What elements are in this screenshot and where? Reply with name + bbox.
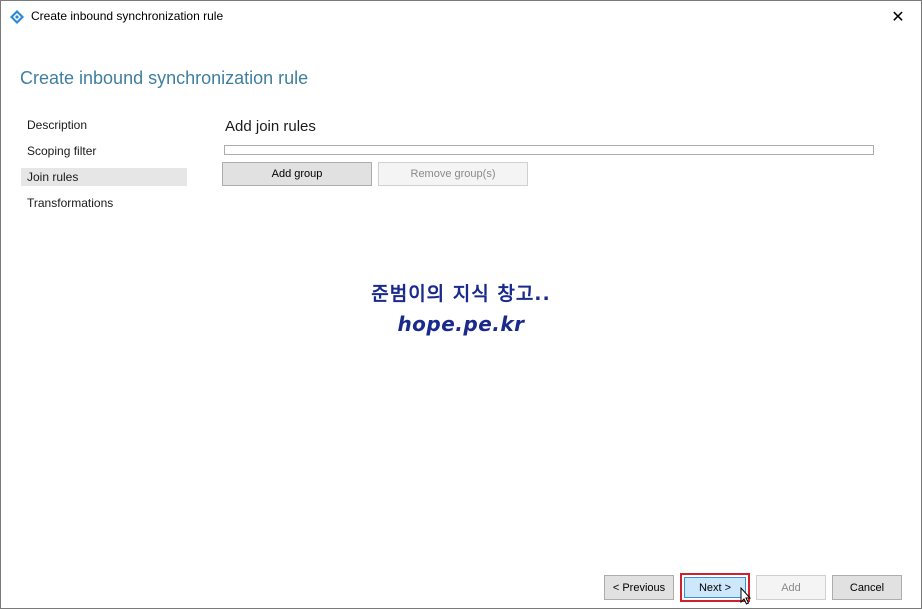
remove-group-button: Remove group(s) (378, 162, 528, 186)
dialog-window: Create inbound synchronization rule ✕ Cr… (0, 0, 922, 609)
nav-item-scoping-filter[interactable]: Scoping filter (21, 142, 187, 160)
nav-item-transformations[interactable]: Transformations (21, 194, 187, 212)
close-icon: ✕ (891, 8, 905, 26)
nav-item-join-rules[interactable]: Join rules (21, 168, 187, 186)
wizard-nav: Description Scoping filter Join rules Tr… (21, 116, 187, 220)
watermark-line2: hope.pe.kr (397, 312, 525, 336)
mouse-pointer-icon (740, 586, 752, 605)
next-button[interactable]: Next > (684, 577, 746, 598)
nav-item-description[interactable]: Description (21, 116, 187, 134)
close-button[interactable]: ✕ (875, 1, 921, 32)
page-title: Create inbound synchronization rule (20, 68, 309, 88)
section-title: Add join rules (225, 118, 316, 135)
watermark-line1: 준범이의 지식 창고.. (371, 283, 551, 305)
window-title: Create inbound synchronization rule (31, 9, 224, 23)
add-group-button[interactable]: Add group (222, 162, 372, 186)
previous-button[interactable]: < Previous (604, 575, 674, 600)
add-button: Add (756, 575, 826, 600)
join-rules-list[interactable] (224, 145, 874, 155)
diamond-sync-icon (9, 9, 25, 25)
watermark: 준범이의 지식 창고.. hope.pe.kr (301, 279, 621, 336)
cancel-button[interactable]: Cancel (832, 575, 902, 600)
title-bar: Create inbound synchronization rule ✕ (1, 1, 921, 32)
